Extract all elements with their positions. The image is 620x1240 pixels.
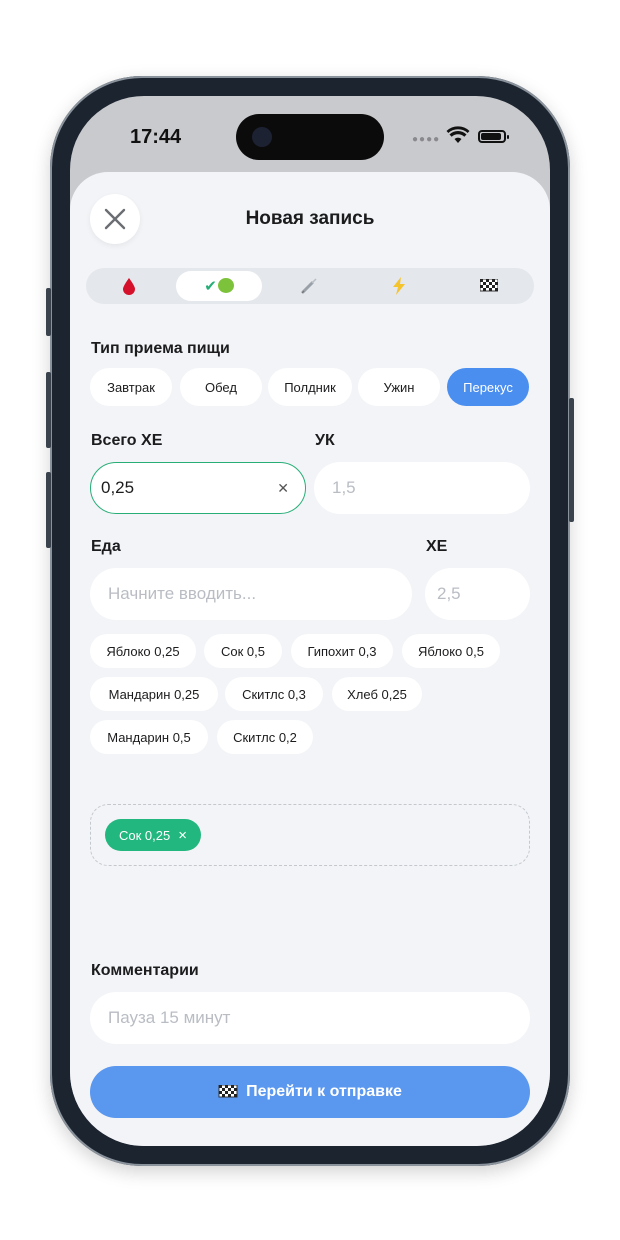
food-suggestion-chip[interactable]: Скитлс 0,2 (217, 720, 313, 754)
selected-foods-area: Сок 0,25 × (90, 804, 530, 866)
xe-input[interactable]: 2,5 (425, 568, 530, 620)
meal-option-dinner[interactable]: Ужин (358, 368, 440, 406)
page-title: Новая запись (245, 208, 375, 229)
food-suggestion-chip[interactable]: Мандарин 0,5 (90, 720, 208, 754)
tab-food[interactable]: ✔ (176, 271, 262, 301)
food-suggestion-chip[interactable]: Яблоко 0,25 (90, 634, 196, 668)
lightning-icon (393, 277, 405, 295)
xe-placeholder: 2,5 (437, 584, 461, 603)
volume-down-button (46, 472, 51, 548)
battery-icon (478, 130, 509, 143)
total-xe-input[interactable]: 0,25 ✕ (90, 462, 306, 514)
checkered-flag-icon (218, 1085, 238, 1098)
tab-insulin[interactable] (266, 271, 352, 301)
food-suggestion-chip[interactable]: Гипохит 0,3 (291, 634, 393, 668)
comments-input[interactable]: Пауза 15 минут (90, 992, 530, 1044)
food-suggestion-chip[interactable]: Хлеб 0,25 (332, 677, 422, 711)
food-placeholder: Начните вводить... (108, 584, 257, 603)
food-label: Еда (91, 538, 121, 555)
comments-label: Комментарии (91, 962, 199, 979)
food-suggestion-chip[interactable]: Мандарин 0,25 (90, 677, 218, 711)
meal-option-snack[interactable]: Перекус (447, 368, 529, 406)
blood-drop-icon (123, 277, 135, 295)
wifi-icon (446, 126, 470, 143)
comments-placeholder: Пауза 15 минут (108, 1008, 231, 1027)
power-button (569, 398, 574, 522)
food-suggestion-chip[interactable]: Сок 0,5 (204, 634, 282, 668)
xe-label: ХЕ (426, 538, 448, 555)
total-xe-label: Всего ХЕ (91, 432, 163, 449)
camera-icon (252, 127, 272, 147)
selected-food-chip[interactable]: Сок 0,25 × (105, 819, 201, 851)
tab-activity[interactable] (356, 271, 442, 301)
meal-option-afternoon-snack[interactable]: Полдник (268, 368, 352, 406)
clear-icon[interactable]: ✕ (277, 480, 289, 497)
signal-icon: ●●●● (412, 134, 441, 145)
checkered-flag-icon (480, 279, 498, 292)
new-entry-sheet: Новая запись ✔ Тип приема пищи Завтрак О… (70, 172, 550, 1146)
go-to-submit-button[interactable]: Перейти к отправке (90, 1066, 530, 1118)
meal-type-label: Тип приема пищи (91, 340, 230, 357)
meal-option-breakfast[interactable]: Завтрак (90, 368, 172, 406)
selected-food-label: Сок 0,25 (119, 827, 171, 843)
food-suggestion-chip[interactable]: Яблоко 0,5 (402, 634, 500, 668)
uk-placeholder: 1,5 (332, 478, 356, 497)
food-suggestion-chip[interactable]: Скитлс 0,3 (225, 677, 323, 711)
screen: 17:44 ●●●● Новая запись ✔ Тип приема пищ… (70, 96, 550, 1146)
syringe-icon (301, 278, 317, 294)
check-apple-icon: ✔ (204, 277, 234, 295)
action-button (46, 288, 51, 336)
entry-type-tabs: ✔ (86, 268, 534, 304)
uk-label: УК (315, 432, 335, 449)
dynamic-island (236, 114, 384, 160)
tab-finish[interactable] (446, 271, 532, 301)
submit-label: Перейти к отправке (246, 1083, 402, 1100)
remove-icon[interactable]: × (178, 827, 187, 844)
tab-blood-glucose[interactable] (86, 271, 172, 301)
meal-option-lunch[interactable]: Обед (180, 368, 262, 406)
total-xe-value: 0,25 (101, 478, 135, 497)
status-time: 17:44 (130, 126, 182, 148)
uk-input[interactable]: 1,5 (314, 462, 530, 514)
food-search-input[interactable]: Начните вводить... (90, 568, 412, 620)
volume-up-button (46, 372, 51, 448)
